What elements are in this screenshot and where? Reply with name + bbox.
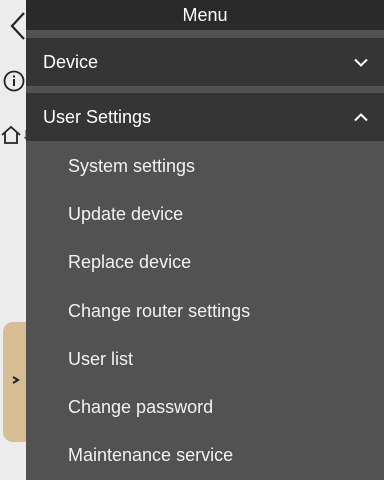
- chevron-down-icon: [354, 58, 368, 67]
- card-arrow-icon: [12, 376, 20, 384]
- menu-item-maintenance-service[interactable]: Maintenance service: [26, 432, 384, 480]
- section-device-label: Device: [43, 51, 99, 72]
- menu-item-change-password[interactable]: Change password: [26, 383, 384, 431]
- menu-item-replace-device[interactable]: Replace device: [26, 239, 384, 287]
- menu-item-change-router-settings[interactable]: Change router settings: [26, 287, 384, 335]
- section-user-settings[interactable]: User Settings: [26, 93, 384, 141]
- user-settings-items: System settings Update device Replace de…: [26, 141, 384, 480]
- menu-item-user-list[interactable]: User list: [26, 335, 384, 383]
- back-arrow-icon[interactable]: [9, 10, 27, 42]
- section-user-settings-label: User Settings: [43, 106, 152, 127]
- drawer-title: Menu: [182, 4, 228, 25]
- menu-item-system-settings[interactable]: System settings: [26, 142, 384, 190]
- home-icon: [1, 125, 21, 144]
- info-icon[interactable]: [3, 70, 25, 92]
- section-device[interactable]: Device: [26, 38, 384, 86]
- drawer-title-bar: Menu: [26, 0, 384, 30]
- menu-item-update-device[interactable]: Update device: [26, 190, 384, 238]
- chevron-up-icon: [354, 112, 368, 121]
- navigation-drawer: Menu Device User Settings System setting…: [26, 0, 384, 480]
